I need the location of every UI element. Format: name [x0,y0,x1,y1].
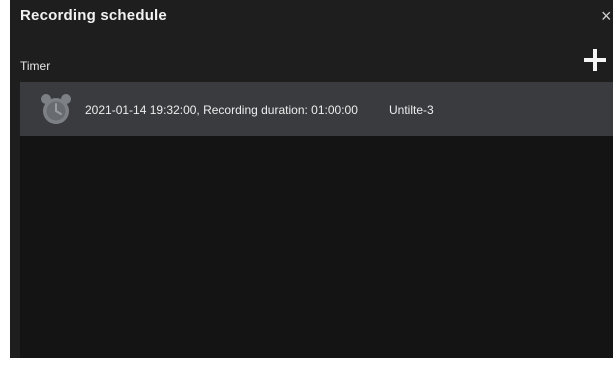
dialog-titlebar: Recording schedule × [10,0,613,38]
timer-list: 2021-01-14 19:32:00, Recording duration:… [20,82,613,358]
alarm-clock-icon [41,94,71,124]
recording-schedule-dialog: Recording schedule × Timer 2021-01-14 19… [10,0,613,358]
plus-icon [584,49,606,71]
timer-description: 2021-01-14 19:32:00, Recording duration:… [85,103,358,117]
timer-section-label: Timer [20,59,51,73]
timer-list-item[interactable]: 2021-01-14 19:32:00, Recording duration:… [20,82,613,136]
close-icon[interactable]: × [601,6,613,26]
timer-name: Untilte-3 [389,103,434,117]
add-timer-button[interactable] [582,47,608,73]
dialog-title: Recording schedule [20,7,167,24]
